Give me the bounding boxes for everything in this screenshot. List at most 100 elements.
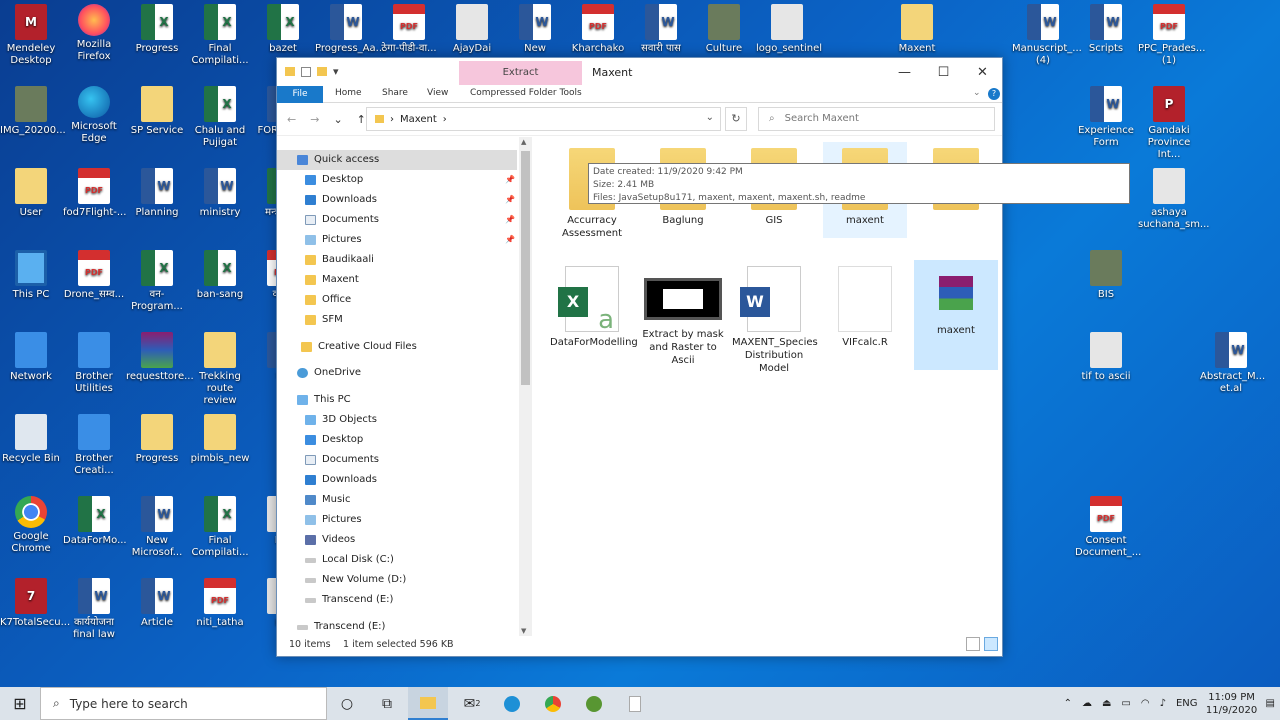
forward-icon[interactable]: → — [310, 113, 319, 126]
task-view-icon[interactable]: ⧉ — [367, 687, 407, 720]
scroll-up-icon[interactable]: ▲ — [521, 138, 526, 146]
nav-item[interactable]: Desktop 📌 — [277, 170, 517, 190]
properties-icon[interactable] — [301, 66, 311, 77]
nav-pc-item[interactable]: Videos — [277, 530, 517, 550]
nav-pc-item[interactable]: Documents — [277, 450, 517, 470]
nav-scrollbar[interactable]: ▲ ▼ — [519, 137, 532, 636]
usb-icon[interactable]: ⏏ — [1102, 698, 1111, 709]
desktop-icon[interactable]: User — [0, 168, 62, 219]
desktop-icon[interactable]: PDF Drone_सम्व... — [63, 250, 125, 301]
desktop-icon[interactable]: Culture — [693, 4, 755, 55]
tab-share[interactable]: Share — [382, 88, 408, 98]
desktop-icon[interactable]: Brother Creati... — [63, 414, 125, 477]
desktop-icon[interactable]: Microsoft Edge — [63, 86, 125, 145]
cortana-icon[interactable]: ○ — [327, 687, 367, 720]
desktop-icon[interactable]: W Planning — [126, 168, 188, 219]
help-icon[interactable]: ? — [988, 88, 1000, 100]
pin-icon[interactable]: 📌 — [505, 190, 515, 210]
desktop-icon[interactable]: AjayDai — [441, 4, 503, 55]
back-icon[interactable]: ← — [287, 113, 296, 126]
minimize-button[interactable]: — — [885, 58, 924, 86]
onedrive-icon[interactable]: ☁ — [1082, 698, 1092, 709]
nav-pc-item[interactable]: Downloads — [277, 470, 517, 490]
chevron-down-icon[interactable]: ▾ — [333, 65, 339, 78]
pin-icon[interactable]: 📌 — [505, 170, 515, 190]
nav-item[interactable]: Documents 📌 — [277, 210, 517, 230]
desktop-icon[interactable]: Google Chrome — [0, 496, 62, 555]
desktop-icon[interactable]: W New — [504, 4, 566, 55]
mail-icon[interactable]: ✉ 2 — [452, 687, 492, 720]
breadcrumb-separator-icon[interactable]: › — [390, 114, 394, 125]
large-icons-view-icon[interactable] — [984, 637, 998, 651]
desktop-icon[interactable]: Progress — [126, 414, 188, 465]
clock[interactable]: 11:09 PM 11/9/2020 — [1203, 691, 1261, 717]
desktop-icon[interactable]: pimbis_new — [189, 414, 251, 465]
tab-file[interactable]: File — [277, 86, 323, 103]
notification-icon[interactable]: ▤ — [1266, 698, 1275, 709]
nav-onedrive[interactable]: OneDrive — [277, 363, 517, 383]
desktop-icon[interactable]: requesttore... — [126, 332, 194, 383]
context-tab-extract[interactable]: Extract — [459, 61, 582, 85]
tab-compressed-folder-tools[interactable]: Compressed Folder Tools — [470, 88, 582, 98]
desktop-icon[interactable]: X Final Compilati... — [189, 496, 251, 559]
desktop-icon[interactable]: W Experience Form — [1075, 86, 1137, 149]
desktop-icon[interactable]: PDF PPC_Prades... (1) — [1138, 4, 1205, 67]
file-item[interactable]: Xa DataForModelling — [550, 260, 638, 370]
desktop-icon[interactable]: W सवारी पास — [630, 4, 692, 55]
desktop-icon[interactable]: PDF Kharchako — [567, 4, 629, 55]
chrome-taskbar-icon[interactable] — [533, 687, 573, 720]
desktop-icon[interactable]: logo_sentinel — [756, 4, 822, 55]
desktop-icon[interactable]: ashaya suchana_sm... — [1138, 168, 1209, 231]
search-input[interactable]: ⌕ Search Maxent — [758, 107, 995, 131]
desktop-icon[interactable]: BIS — [1075, 250, 1137, 301]
desktop-icon[interactable]: 7 K7TotalSecu... — [0, 578, 70, 629]
desktop-icon[interactable]: Xban-sang — [189, 250, 251, 301]
desktop-icon[interactable]: W Article — [126, 578, 188, 629]
wifi-icon[interactable]: ◠ — [1141, 698, 1150, 709]
desktop-icon[interactable]: X Progress — [126, 4, 188, 55]
maximize-button[interactable]: ☐ — [924, 58, 963, 86]
nav-this-pc[interactable]: This PC — [277, 390, 517, 410]
nav-pc-item[interactable]: Desktop — [277, 430, 517, 450]
up-icon[interactable]: ↑ — [357, 113, 366, 126]
details-view-icon[interactable] — [966, 637, 980, 651]
file-item[interactable]: Extract by mask and Raster to Ascii — [641, 260, 725, 370]
nav-creative-cloud[interactable]: Creative Cloud Files — [277, 337, 517, 357]
volume-icon[interactable]: ♪ — [1160, 698, 1166, 709]
desktop-icon[interactable]: W Scripts — [1075, 4, 1137, 55]
nav-pc-item[interactable]: Music — [277, 490, 517, 510]
battery-icon[interactable]: ▭ — [1121, 698, 1130, 709]
file-item[interactable]: maxent — [914, 260, 998, 370]
desktop-icon[interactable]: PDF ठेगा-पीडी-वा... — [378, 4, 440, 55]
scrollbar-thumb[interactable] — [521, 151, 530, 385]
desktop-icon[interactable]: Wministry — [189, 168, 251, 219]
address-bar[interactable]: › Maxent › ⌄ — [366, 107, 721, 131]
nav-pc-item[interactable]: New Volume (D:) — [277, 570, 517, 590]
desktop-icon[interactable]: X DataForMo... — [63, 496, 127, 547]
desktop-icon[interactable]: Recycle Bin — [0, 414, 62, 465]
desktop-icon[interactable]: X वन-Program... — [126, 250, 188, 313]
file-item[interactable]: W MAXENT_Species Distribution Model — [732, 260, 818, 374]
language-indicator[interactable]: ENG — [1176, 698, 1198, 709]
qgis-taskbar-icon[interactable] — [574, 687, 614, 720]
nav-item[interactable]: Baudikaali — [277, 250, 517, 270]
breadcrumb-separator-icon[interactable]: › — [443, 114, 447, 125]
start-button[interactable]: ⊞ — [0, 687, 40, 720]
file-item[interactable]: VIFcalc.R — [823, 260, 907, 370]
desktop-icon[interactable]: Brother Utilities — [63, 332, 125, 395]
refresh-button[interactable]: ↻ — [725, 107, 747, 131]
desktop-icon[interactable]: Mozilla Firefox — [63, 4, 125, 63]
nav-item[interactable]: Maxent — [277, 270, 517, 290]
desktop-icon[interactable]: P Gandaki Province Int... — [1138, 86, 1200, 161]
nav-pc-item[interactable]: Pictures — [277, 510, 517, 530]
desktop-icon[interactable]: W Abstract_M... et.al — [1200, 332, 1265, 395]
nav-item[interactable]: SFM — [277, 310, 517, 330]
chevron-down-icon[interactable]: ⌄ — [706, 112, 714, 123]
desktop-icon[interactable]: W कार्ययोजना final law — [63, 578, 125, 641]
desktop-icon[interactable]: X Final Compilati... — [189, 4, 251, 67]
desktop-icon[interactable]: This PC — [0, 250, 62, 301]
tab-view[interactable]: View — [427, 88, 448, 98]
desktop-icon[interactable]: Maxent — [886, 4, 948, 55]
desktop-icon[interactable]: PDF niti_tatha — [189, 578, 251, 629]
nav-item[interactable]: Office — [277, 290, 517, 310]
